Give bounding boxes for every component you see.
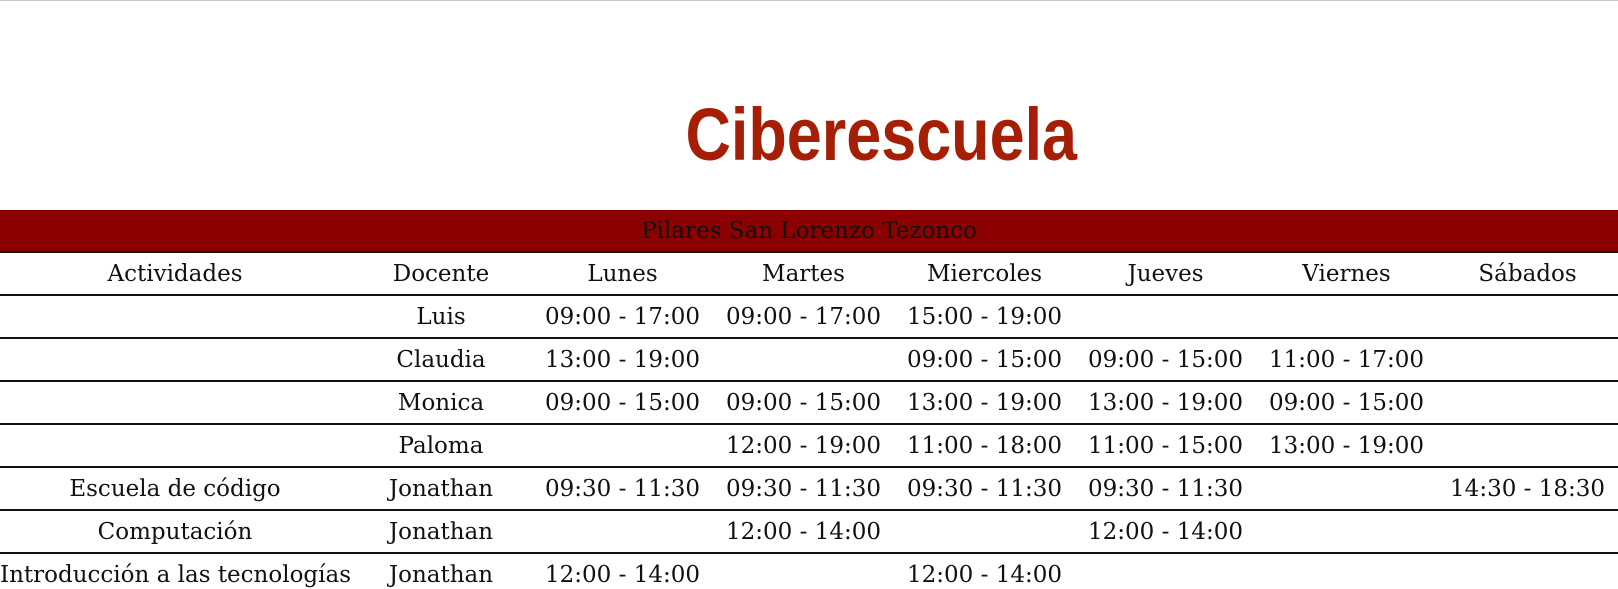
cell-activity — [0, 381, 350, 425]
header-saturday: Sábados — [1437, 252, 1618, 296]
cell-friday: 11:00 - 17:00 — [1256, 338, 1437, 382]
schedule-body: Luis 09:00 - 17:00 09:00 - 17:00 15:00 - 19… — [0, 295, 1618, 589]
cell-teacher: Claudia — [350, 338, 532, 382]
cell-activity — [0, 424, 350, 468]
table-row: Monica 09:00 - 15:00 09:00 - 15:00 13:00 - … — [0, 381, 1618, 425]
table-header-row: Actividades Docente Lunes Martes Miercol… — [0, 252, 1618, 296]
cell-activity: Computación — [0, 510, 350, 554]
cell-wednesday: 13:00 - 19:00 — [894, 381, 1075, 425]
cell-friday — [1256, 295, 1437, 339]
table-row: Computación Jonathan 12:00 - 14:00 12:00 - … — [0, 510, 1618, 554]
table-caption-row: Pilares San Lorenzo Tezonco — [0, 210, 1618, 253]
cell-monday: 09:30 - 11:30 — [532, 467, 713, 511]
cell-wednesday: 15:00 - 19:00 — [894, 295, 1075, 339]
cell-saturday — [1437, 381, 1618, 425]
cell-wednesday — [894, 510, 1075, 554]
schedule-table: Pilares San Lorenzo Tezonco Actividades … — [0, 210, 1618, 589]
header-friday: Viernes — [1256, 252, 1437, 296]
header-teacher: Docente — [350, 252, 532, 296]
cell-tuesday: 09:30 - 11:30 — [713, 467, 894, 511]
cell-friday — [1256, 467, 1437, 511]
table-row: Escuela de código Jonathan 09:30 - 11:30 09… — [0, 467, 1618, 511]
cell-saturday — [1437, 295, 1618, 339]
header-monday: Lunes — [532, 252, 713, 296]
cell-wednesday: 12:00 - 14:00 — [894, 553, 1075, 589]
cell-wednesday: 09:00 - 15:00 — [894, 338, 1075, 382]
cell-thursday: 13:00 - 19:00 — [1075, 381, 1256, 425]
cell-saturday — [1437, 338, 1618, 382]
page-title: Ciberescuela — [685, 92, 1078, 176]
cell-teacher: Monica — [350, 381, 532, 425]
cell-saturday: 14:30 - 18:30 — [1437, 467, 1618, 511]
cell-thursday: 12:00 - 14:00 — [1075, 510, 1256, 554]
cell-thursday: 09:00 - 15:00 — [1075, 338, 1256, 382]
header-tuesday: Martes — [713, 252, 894, 296]
cell-monday: 13:00 - 19:00 — [532, 338, 713, 382]
top-divider — [0, 0, 1618, 1]
cell-teacher: Luis — [350, 295, 532, 339]
cell-friday: 13:00 - 19:00 — [1256, 424, 1437, 468]
cell-teacher: Jonathan — [350, 553, 532, 589]
cell-thursday: 11:00 - 15:00 — [1075, 424, 1256, 468]
cell-teacher: Jonathan — [350, 510, 532, 554]
cell-saturday — [1437, 553, 1618, 589]
cell-activity: Escuela de código — [0, 467, 350, 511]
table-row: Paloma 12:00 - 19:00 11:00 - 18:00 11:00 - … — [0, 424, 1618, 468]
cell-monday: 09:00 - 15:00 — [532, 381, 713, 425]
cell-tuesday: 09:00 - 15:00 — [713, 381, 894, 425]
cell-tuesday — [713, 553, 894, 589]
cell-monday — [532, 510, 713, 554]
cell-wednesday: 11:00 - 18:00 — [894, 424, 1075, 468]
table-row: Claudia 13:00 - 19:00 09:00 - 15:00 09:00 -… — [0, 338, 1618, 382]
cell-monday — [532, 424, 713, 468]
cell-tuesday: 09:00 - 17:00 — [713, 295, 894, 339]
table-row: Luis 09:00 - 17:00 09:00 - 17:00 15:00 - 19… — [0, 295, 1618, 339]
cell-monday: 12:00 - 14:00 — [532, 553, 713, 589]
cell-tuesday — [713, 338, 894, 382]
cell-friday: 09:00 - 15:00 — [1256, 381, 1437, 425]
table-row: Introducción a las tecnologías Jonathan 12… — [0, 553, 1618, 589]
cell-tuesday: 12:00 - 19:00 — [713, 424, 894, 468]
cell-friday — [1256, 510, 1437, 554]
cell-friday — [1256, 553, 1437, 589]
cell-tuesday: 12:00 - 14:00 — [713, 510, 894, 554]
header-thursday: Jueves — [1075, 252, 1256, 296]
header-activities: Actividades — [0, 252, 350, 296]
cell-activity — [0, 295, 350, 339]
cell-saturday — [1437, 424, 1618, 468]
header-wednesday: Miercoles — [894, 252, 1075, 296]
cell-teacher: Paloma — [350, 424, 532, 468]
cell-saturday — [1437, 510, 1618, 554]
cell-thursday — [1075, 295, 1256, 339]
cell-thursday — [1075, 553, 1256, 589]
cell-teacher: Jonathan — [350, 467, 532, 511]
cell-monday: 09:00 - 17:00 — [532, 295, 713, 339]
cell-wednesday: 09:30 - 11:30 — [894, 467, 1075, 511]
cell-activity — [0, 338, 350, 382]
cell-thursday: 09:30 - 11:30 — [1075, 467, 1256, 511]
table-caption: Pilares San Lorenzo Tezonco — [0, 210, 1618, 253]
cell-activity: Introducción a las tecnologías — [0, 553, 350, 589]
